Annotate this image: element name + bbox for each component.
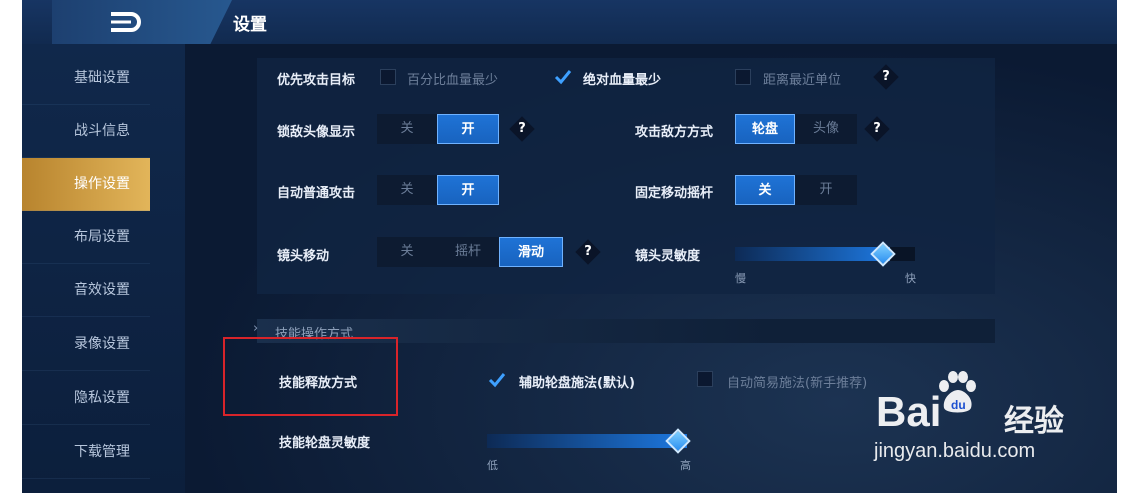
fixed-joystick-label: 固定移动摇杆 <box>635 186 714 201</box>
skill-release-simple-label: 自动简易施法(新手推荐) <box>727 376 868 391</box>
priority-absolute-label: 绝对血量最少 <box>583 73 662 88</box>
watermark-url: jingyan.baidu.com <box>874 440 1036 462</box>
camera-move-toggle: 关 摇杆 滑动 <box>377 237 563 267</box>
camera-move-label: 镜头移动 <box>277 249 330 264</box>
baidu-jingyan-watermark: du Bai 经验 jingyan.baidu.com <box>856 368 1096 478</box>
skill-wheel-sens-label: 技能轮盘灵敏度 <box>279 436 371 451</box>
lock-avatar-help-icon[interactable]: ? <box>511 118 533 140</box>
priority-nearest-label: 距离最近单位 <box>763 73 842 88</box>
lock-avatar-off[interactable]: 关 <box>377 114 437 144</box>
highlight-box <box>223 337 398 416</box>
sidebar-item-controls[interactable]: 操作设置 <box>22 158 150 211</box>
sidebar-item-battle-info[interactable]: 战斗信息 <box>22 105 150 158</box>
skill-release-simple-checkbox[interactable] <box>697 371 713 387</box>
skill-wheel-sens-slider-handle[interactable] <box>665 428 691 454</box>
sidebar-item-sound[interactable]: 音效设置 <box>22 264 150 317</box>
watermark-brand-cn: 经验 <box>1004 404 1064 439</box>
chevron-right-icon: › <box>253 321 259 336</box>
attack-mode-label: 攻击敌方方式 <box>635 125 714 140</box>
priority-nearest-checkbox[interactable] <box>735 69 751 85</box>
fixed-joystick-on[interactable]: 开 <box>795 175 857 205</box>
lock-avatar-on[interactable]: 开 <box>437 114 499 144</box>
check-icon[interactable] <box>553 67 573 87</box>
skill-wheel-sens-slider[interactable] <box>487 434 687 448</box>
camera-sens-max: 快 <box>905 272 916 285</box>
attack-mode-toggle: 轮盘 头像 <box>735 114 857 144</box>
lock-avatar-label: 锁敌头像显示 <box>277 125 356 140</box>
auto-attack-label: 自动普通攻击 <box>277 186 356 201</box>
attack-mode-avatar[interactable]: 头像 <box>795 114 857 144</box>
page-title: 设置 <box>233 15 267 35</box>
priority-percent-checkbox[interactable] <box>380 69 396 85</box>
priority-target-label: 优先攻击目标 <box>277 73 356 88</box>
camera-sens-min: 慢 <box>735 272 746 285</box>
sidebar-item-layout[interactable]: 布局设置 <box>22 211 150 264</box>
top-bar: 设置 <box>22 0 1117 45</box>
lock-avatar-toggle: 关 开 <box>377 114 499 144</box>
sidebar-item-replay[interactable]: 录像设置 <box>22 318 150 371</box>
auto-attack-on[interactable]: 开 <box>437 175 499 205</box>
camera-move-joystick[interactable]: 摇杆 <box>437 237 499 267</box>
sidebar-item-basic[interactable]: 基础设置 <box>22 52 150 105</box>
fixed-joystick-toggle: 关 开 <box>735 175 857 205</box>
sidebar-item-downloads[interactable]: 下载管理 <box>22 426 150 479</box>
attack-mode-help-icon[interactable]: ? <box>866 118 888 140</box>
skill-release-wheel-label: 辅助轮盘施法(默认) <box>519 376 635 391</box>
skill-wheel-sens-max: 高 <box>680 459 691 472</box>
back-arrow-icon <box>111 12 141 32</box>
svg-text:du: du <box>951 398 966 412</box>
camera-sens-label: 镜头灵敏度 <box>635 249 701 264</box>
attack-mode-wheel[interactable]: 轮盘 <box>735 114 795 144</box>
camera-move-swipe[interactable]: 滑动 <box>499 237 563 267</box>
skill-wheel-sens-min: 低 <box>487 459 498 472</box>
back-button[interactable] <box>52 0 232 44</box>
auto-attack-toggle: 关 开 <box>377 175 499 205</box>
priority-percent-label: 百分比血量最少 <box>407 73 499 88</box>
camera-move-help-icon[interactable]: ? <box>577 241 599 263</box>
fixed-joystick-off[interactable]: 关 <box>735 175 795 205</box>
auto-attack-off[interactable]: 关 <box>377 175 437 205</box>
sidebar-item-privacy[interactable]: 隐私设置 <box>22 372 150 425</box>
camera-move-off[interactable]: 关 <box>377 237 437 267</box>
priority-help-icon[interactable]: ? <box>875 66 897 88</box>
watermark-brand: Bai <box>876 388 942 435</box>
check-icon[interactable] <box>487 370 507 390</box>
settings-sidebar: 基础设置 战斗信息 操作设置 布局设置 音效设置 录像设置 隐私设置 下载管理 <box>22 44 185 493</box>
